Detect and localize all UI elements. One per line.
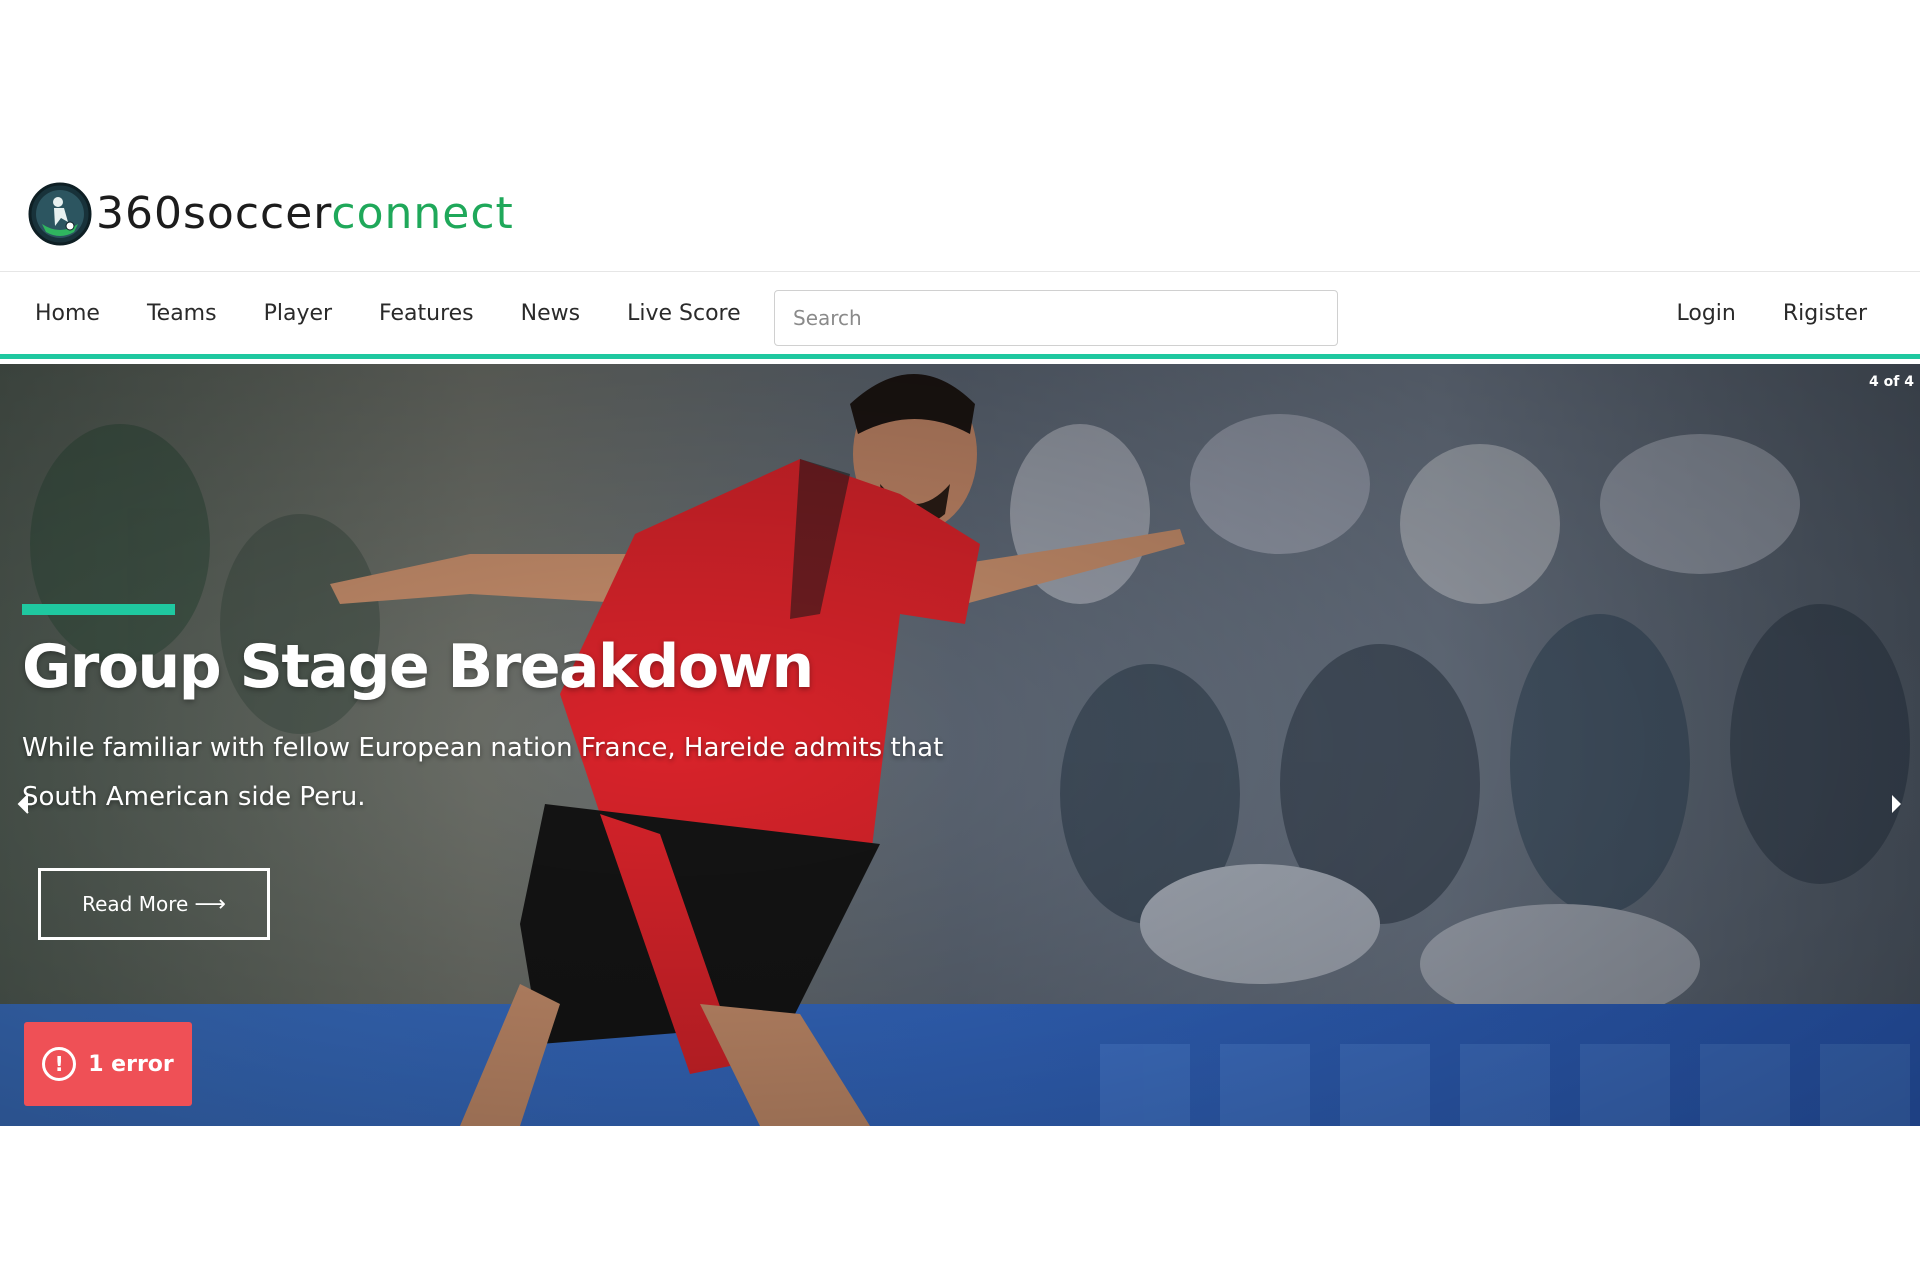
search-input[interactable]: [774, 290, 1338, 346]
hero-title: Group Stage Breakdown: [22, 632, 814, 702]
nav-menu: Home Teams Player Features News Live Sco…: [0, 273, 788, 354]
hero-description: While familiar with fellow European nati…: [22, 733, 944, 812]
chevron-right-icon: [1892, 795, 1901, 813]
read-more-label: Read More: [82, 892, 189, 916]
arrow-right-icon: ⟶: [194, 891, 226, 917]
read-more-button[interactable]: Read More ⟶: [38, 868, 270, 940]
soccer-ball-logo-icon: [28, 182, 92, 246]
nav-item-features[interactable]: Features: [379, 301, 474, 326]
nav-item-home[interactable]: Home: [35, 301, 100, 326]
logo-text-primary: 360soccer: [96, 188, 332, 239]
nav-item-live-score[interactable]: Live Score: [627, 301, 741, 326]
logo-text-secondary: connect: [331, 188, 514, 239]
register-link[interactable]: Rigister: [1783, 301, 1867, 326]
slide-counter: 4 of 4: [1869, 374, 1914, 390]
nav-item-teams[interactable]: Teams: [147, 301, 217, 326]
slider-prev-button[interactable]: [10, 784, 36, 824]
error-badge[interactable]: ! 1 error: [24, 1022, 192, 1106]
alert-circle-icon: !: [42, 1047, 77, 1081]
chevron-left-icon: [17, 794, 29, 814]
login-link[interactable]: Login: [1676, 301, 1735, 326]
hero-slider: 4 of 4 Group Stage Breakdown While famil…: [0, 364, 1920, 1126]
nav-item-player[interactable]: Player: [264, 301, 332, 326]
auth-links: Login Rigister: [1676, 273, 1867, 354]
nav-item-news[interactable]: News: [521, 301, 580, 326]
site-logo[interactable]: 360soccerconnect: [28, 178, 514, 250]
title-accent-bar: [22, 604, 175, 615]
slider-next-button[interactable]: [1884, 784, 1910, 824]
site-header: 360soccerconnect: [0, 0, 1920, 272]
main-nav: Home Teams Player Features News Live Sco…: [0, 273, 1920, 359]
logo-wordmark: 360soccerconnect: [96, 182, 514, 246]
error-badge-label: 1 error: [88, 1051, 174, 1077]
